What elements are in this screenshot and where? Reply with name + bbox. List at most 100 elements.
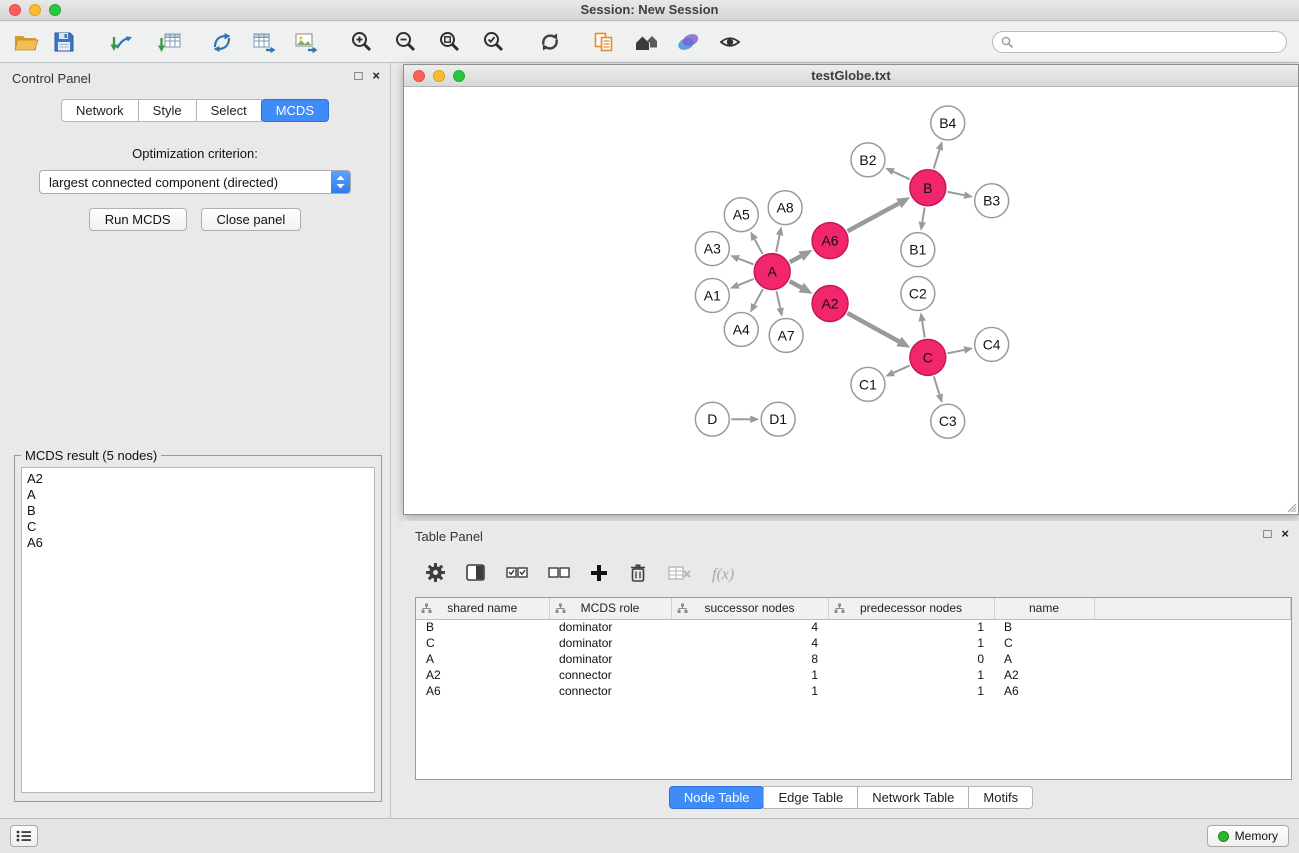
search-box[interactable]: [992, 31, 1287, 53]
table-cell[interactable]: A2: [416, 667, 549, 683]
graph-edge-A2-C[interactable]: [848, 313, 899, 341]
graph-edge-C-C3[interactable]: [934, 376, 940, 394]
graph-edge-C-C2[interactable]: [922, 321, 925, 338]
graph-edge-B-B4[interactable]: [934, 150, 940, 169]
table-cell[interactable]: B: [994, 619, 1094, 635]
graph-edge-A6-B[interactable]: [848, 203, 899, 231]
graph-edge-A-A6[interactable]: [790, 256, 801, 262]
close-panel-button[interactable]: Close panel: [201, 208, 302, 231]
tab-select[interactable]: Select: [196, 99, 262, 122]
zoom-out-button[interactable]: [390, 26, 422, 58]
tab-network-table[interactable]: Network Table: [857, 786, 969, 809]
import-network-button[interactable]: [106, 26, 138, 58]
table-row[interactable]: Cdominator41C: [416, 635, 1291, 651]
table-cell[interactable]: 1: [671, 683, 828, 699]
table-cell[interactable]: C: [994, 635, 1094, 651]
documents-button[interactable]: [588, 26, 620, 58]
show-hide-button[interactable]: [714, 26, 746, 58]
graph-edge-C-C4[interactable]: [947, 350, 964, 353]
table-cell[interactable]: 1: [828, 619, 994, 635]
criterion-select[interactable]: largest connected component (directed): [39, 170, 351, 194]
graph-edge-A-A4[interactable]: [754, 289, 762, 305]
mcds-result-item[interactable]: A6: [27, 535, 369, 551]
table-cell[interactable]: dominator: [549, 651, 671, 667]
tab-style[interactable]: Style: [138, 99, 197, 122]
mcds-result-item[interactable]: C: [27, 519, 369, 535]
save-session-button[interactable]: [48, 26, 80, 58]
resize-grip-icon[interactable]: [1285, 501, 1297, 513]
show-columns-button[interactable]: [466, 564, 486, 587]
tab-network[interactable]: Network: [61, 99, 139, 122]
export-table-button[interactable]: [248, 26, 280, 58]
home-button[interactable]: [630, 26, 662, 58]
network-minimize-button[interactable]: [433, 70, 445, 82]
mcds-result-item[interactable]: A: [27, 487, 369, 503]
zoom-window-button[interactable]: [49, 4, 61, 16]
minimize-window-button[interactable]: [29, 4, 41, 16]
graph-edge-A-A7[interactable]: [776, 291, 780, 308]
float-table-panel-icon[interactable]: □: [1264, 527, 1272, 541]
close-panel-icon[interactable]: ×: [372, 69, 380, 83]
table-cell[interactable]: A: [416, 651, 549, 667]
table-cell[interactable]: 1: [828, 667, 994, 683]
graph-edge-A-A1[interactable]: [738, 279, 753, 285]
network-window-titlebar[interactable]: testGlobe.txt: [404, 65, 1298, 87]
graph-edge-A-A2[interactable]: [790, 281, 802, 287]
mcds-result-list[interactable]: A2ABCA6: [21, 467, 375, 793]
close-window-button[interactable]: [9, 4, 21, 16]
table-cell[interactable]: A6: [994, 683, 1094, 699]
table-cell[interactable]: 1: [828, 683, 994, 699]
table-cell[interactable]: dominator: [549, 619, 671, 635]
mcds-result-item[interactable]: B: [27, 503, 369, 519]
add-column-button[interactable]: [590, 564, 608, 587]
graph-edge-A-A8[interactable]: [776, 235, 779, 252]
table-row[interactable]: Adominator80A: [416, 651, 1291, 667]
graph-edge-A-A5[interactable]: [755, 239, 763, 254]
table-cell[interactable]: C: [416, 635, 549, 651]
table-cell[interactable]: 0: [828, 651, 994, 667]
column-header-successor-nodes[interactable]: successor nodes: [671, 598, 828, 619]
open-session-button[interactable]: [10, 26, 42, 58]
tab-motifs[interactable]: Motifs: [968, 786, 1033, 809]
table-cell[interactable]: A2: [994, 667, 1094, 683]
table-cell[interactable]: connector: [549, 667, 671, 683]
tab-node-table[interactable]: Node Table: [669, 786, 765, 809]
table-row[interactable]: Bdominator41B: [416, 619, 1291, 635]
table-cell[interactable]: 4: [671, 635, 828, 651]
column-header-mcds-role[interactable]: MCDS role: [549, 598, 671, 619]
close-table-panel-icon[interactable]: ×: [1281, 527, 1289, 541]
refresh-button[interactable]: [534, 26, 566, 58]
deselect-all-button[interactable]: [548, 565, 570, 586]
task-history-button[interactable]: [10, 825, 38, 847]
table-cell[interactable]: dominator: [549, 635, 671, 651]
run-mcds-button[interactable]: Run MCDS: [89, 208, 187, 231]
table-row[interactable]: A2connector11A2: [416, 667, 1291, 683]
zoom-fit-button[interactable]: [434, 26, 466, 58]
table-settings-button[interactable]: [425, 562, 446, 588]
graph-edge-C-C1[interactable]: [893, 366, 909, 373]
graph-edge-A-A3[interactable]: [738, 259, 753, 265]
table-cell[interactable]: 4: [671, 619, 828, 635]
select-all-button[interactable]: [506, 565, 528, 586]
table-cell[interactable]: A6: [416, 683, 549, 699]
column-header-predecessor-nodes[interactable]: predecessor nodes: [828, 598, 994, 619]
network-close-button[interactable]: [413, 70, 425, 82]
delete-column-button[interactable]: [628, 563, 648, 588]
zoom-selected-button[interactable]: [478, 26, 510, 58]
table-cell[interactable]: A: [994, 651, 1094, 667]
table-cell[interactable]: connector: [549, 683, 671, 699]
table-cell[interactable]: 8: [671, 651, 828, 667]
tab-edge-table[interactable]: Edge Table: [763, 786, 858, 809]
mcds-result-item[interactable]: A2: [27, 471, 369, 487]
network-canvas[interactable]: AA1A2A3A4A5A6A7A8BB1B2B3B4CC1C2C3C4DD1: [404, 88, 1298, 514]
graph-edge-B-B3[interactable]: [947, 192, 964, 195]
float-panel-icon[interactable]: □: [355, 69, 363, 83]
table-cell[interactable]: 1: [671, 667, 828, 683]
zoom-in-button[interactable]: [346, 26, 378, 58]
table-cell[interactable]: 1: [828, 635, 994, 651]
memory-button[interactable]: Memory: [1207, 825, 1289, 847]
graph-edge-B-B1[interactable]: [922, 207, 924, 222]
delete-table-button[interactable]: [668, 565, 692, 586]
network-graph[interactable]: AA1A2A3A4A5A6A7A8BB1B2B3B4CC1C2C3C4DD1: [404, 88, 1298, 514]
function-builder-button[interactable]: f(x): [712, 566, 734, 584]
